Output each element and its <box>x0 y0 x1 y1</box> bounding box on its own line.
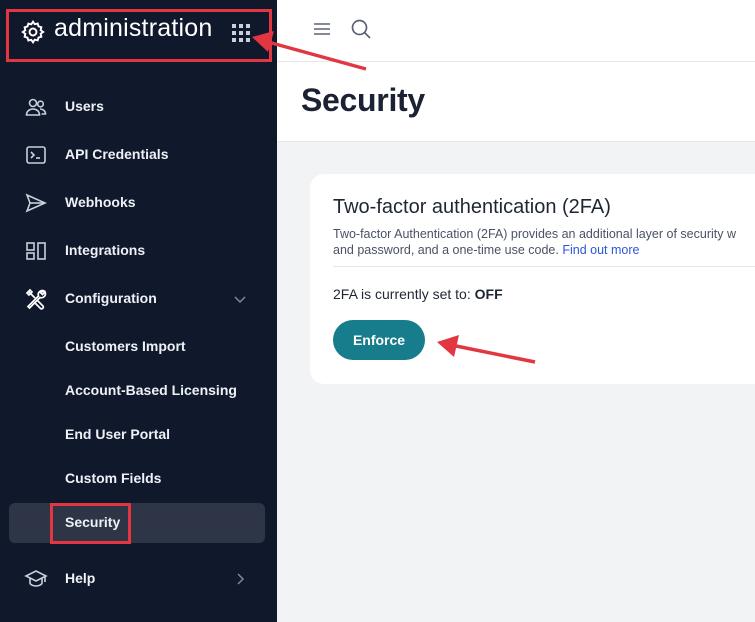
sidebar: administration Users API Credentials Web… <box>0 0 277 622</box>
status-label: 2FA is currently set to: <box>333 286 471 302</box>
annotation-box-security <box>50 503 131 544</box>
sidebar-subitem-label: Account-Based Licensing <box>65 382 237 398</box>
two-factor-card: Two-factor authentication (2FA) Two-fact… <box>310 174 755 384</box>
page-title: Security <box>301 82 425 118</box>
sidebar-item-api-credentials[interactable]: API Credentials <box>0 133 277 177</box>
sidebar-item-users[interactable]: Users <box>0 85 277 129</box>
sidebar-item-label: Integrations <box>65 242 146 258</box>
find-out-more-link[interactable]: Find out more <box>562 243 639 257</box>
card-title: Two-factor authentication (2FA) <box>333 196 611 218</box>
users-icon <box>25 98 47 116</box>
enforce-button[interactable]: Enforce <box>333 320 425 360</box>
card-description: Two-factor Authentication (2FA) provides… <box>333 226 755 258</box>
search-icon[interactable] <box>350 18 372 40</box>
sidebar-item-label: Webhooks <box>65 194 136 210</box>
annotation-box-brand <box>6 9 272 62</box>
sidebar-item-integrations[interactable]: Integrations <box>0 229 277 273</box>
sidebar-item-webhooks[interactable]: Webhooks <box>0 181 277 225</box>
card-description-text: and password, and a one-time use code. <box>333 243 559 257</box>
sidebar-item-label: Help <box>65 570 96 586</box>
chevron-down-icon <box>234 296 246 304</box>
sidebar-subitem-label: Customers Import <box>65 338 186 354</box>
sidebar-subitem-account-based-licensing[interactable]: Account-Based Licensing <box>0 369 277 413</box>
sidebar-subitem-label: Custom Fields <box>65 470 162 486</box>
top-bar <box>277 0 755 62</box>
sidebar-subitem-end-user-portal[interactable]: End User Portal <box>0 413 277 457</box>
sidebar-subitem-label: End User Portal <box>65 426 171 442</box>
page-header: Security <box>277 62 755 142</box>
sidebar-item-label: API Credentials <box>65 146 169 162</box>
sidebar-item-configuration[interactable]: Configuration <box>0 277 277 321</box>
sidebar-item-help[interactable]: Help <box>0 557 277 601</box>
chevron-right-icon <box>237 573 245 585</box>
card-description-line-1: Two-factor Authentication (2FA) provides… <box>333 227 736 241</box>
sidebar-subitem-customers-import[interactable]: Customers Import <box>0 325 277 369</box>
sidebar-item-label: Configuration <box>65 290 157 306</box>
card-description-line-2: and password, and a one-time use code. F… <box>333 242 755 258</box>
status-line: 2FA is currently set to: OFF <box>333 286 503 302</box>
graduation-cap-icon <box>24 570 48 587</box>
menu-icon[interactable] <box>312 19 332 39</box>
sidebar-subitem-security[interactable]: Security <box>0 501 277 545</box>
divider <box>333 266 755 267</box>
sidebar-item-label: Users <box>65 98 104 114</box>
status-value: OFF <box>474 286 503 302</box>
integrations-icon <box>26 242 46 260</box>
sidebar-subitem-custom-fields[interactable]: Custom Fields <box>0 457 277 501</box>
terminal-icon <box>26 146 46 164</box>
send-icon <box>25 193 47 213</box>
tools-icon <box>25 288 47 310</box>
